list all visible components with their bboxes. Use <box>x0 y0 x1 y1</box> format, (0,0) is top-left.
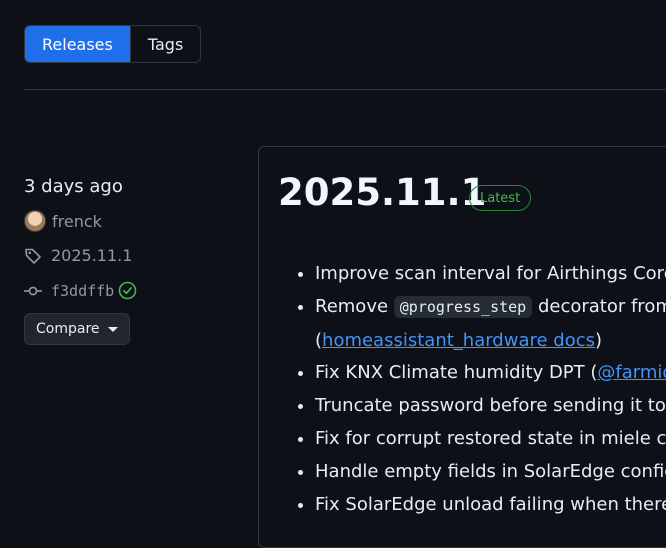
note-text: Handle empty fields in SolarEdge config … <box>315 461 666 482</box>
release-author[interactable]: frenck <box>24 210 102 232</box>
note-text: Fix KNX Climate humidity DPT ( <box>315 362 598 383</box>
note-text: ( <box>315 330 323 351</box>
tag-icon <box>24 247 42 265</box>
release-notes-list: Improve scan interval for Airthings Core… <box>259 257 666 521</box>
commit-sha[interactable]: f3ddffb <box>51 282 114 300</box>
release-card: 2025.11.1 Latest Improve scan interval f… <box>258 146 666 548</box>
latest-badge: Latest <box>469 185 532 211</box>
note-text: Fix SolarEdge unload failing when there … <box>315 494 666 515</box>
avatar <box>24 210 46 232</box>
verified-check-icon[interactable] <box>118 281 137 300</box>
header-divider <box>24 89 666 90</box>
note-text: ) <box>595 330 603 351</box>
note-text: decorator from <box>532 296 666 317</box>
list-item: Truncate password before sending it to b <box>315 389 666 422</box>
list-item: Improve scan interval for Airthings Core… <box>315 257 666 290</box>
release-tag-link[interactable]: 2025.11.1 <box>24 246 132 265</box>
note-text: Improve scan interval for Airthings Core… <box>315 263 666 284</box>
compare-label: Compare <box>36 321 100 337</box>
chevron-down-icon <box>107 326 118 332</box>
commit-icon <box>24 282 42 300</box>
list-item: Handle empty fields in SolarEdge config … <box>315 455 666 488</box>
tab-tags[interactable]: Tags <box>129 26 200 62</box>
list-item: Fix for corrupt restored state in miele … <box>315 422 666 455</box>
docs-link[interactable]: homeassistant_hardware docs <box>322 330 595 351</box>
list-item: Fix KNX Climate humidity DPT (@farmio - <box>315 356 666 389</box>
compare-button[interactable]: Compare <box>24 313 130 345</box>
user-link[interactable]: @farmio <box>597 362 666 383</box>
release-title[interactable]: 2025.11.1 <box>278 171 486 214</box>
inline-code: @progress_step <box>393 296 533 318</box>
note-text: Truncate password before sending it to b <box>315 395 666 416</box>
release-commit-link[interactable]: f3ddffb <box>24 281 137 300</box>
release-time: 3 days ago <box>24 176 123 197</box>
tag-name[interactable]: 2025.11.1 <box>51 246 132 265</box>
list-item: Fix SolarEdge unload failing when there … <box>315 488 666 521</box>
note-text: Fix for corrupt restored state in miele … <box>315 428 666 449</box>
note-text: Remove <box>315 296 394 317</box>
list-item: Remove @progress_step decorator from (hom… <box>315 290 666 356</box>
author-name[interactable]: frenck <box>52 212 102 231</box>
releases-tags-tabs: Releases Tags <box>24 25 202 63</box>
tab-releases[interactable]: Releases <box>25 26 130 62</box>
